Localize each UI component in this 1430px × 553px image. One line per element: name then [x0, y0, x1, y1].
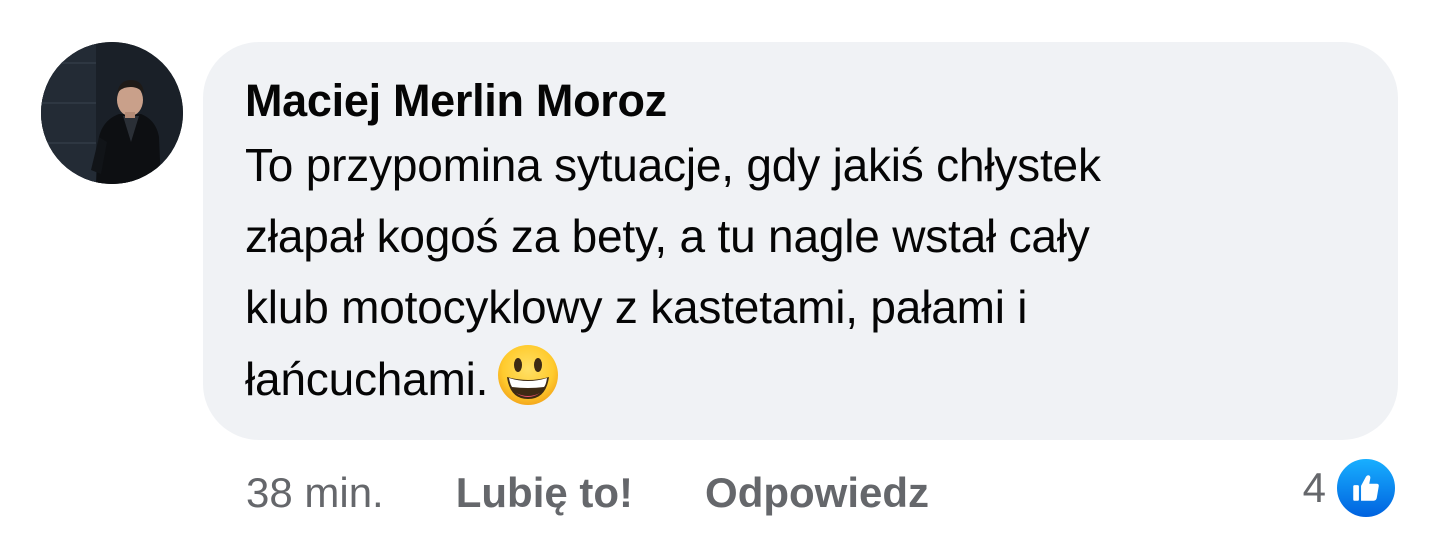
comment-timestamp[interactable]: 38 min. — [246, 469, 384, 517]
like-button[interactable]: Lubię to! — [456, 469, 633, 517]
avatar[interactable] — [41, 42, 183, 184]
comment-bubble: Maciej Merlin Moroz To przypomina sytuac… — [203, 42, 1398, 440]
grinning-face-icon — [496, 343, 560, 407]
comment-text-line: złapał kogoś za bety, a tu nagle wstał c… — [245, 210, 1090, 262]
reaction-summary[interactable]: 4 — [1302, 456, 1398, 520]
comment: Maciej Merlin Moroz To przypomina sytuac… — [0, 0, 1430, 553]
comment-text-line: łańcuchami. — [245, 353, 489, 405]
reply-button[interactable]: Odpowiedz — [705, 469, 929, 517]
like-icon — [1334, 456, 1398, 520]
comment-author[interactable]: Maciej Merlin Moroz — [245, 72, 1354, 130]
comment-text-line: klub motocyklowy z kastetami, pałami i — [245, 281, 1028, 333]
avatar-photo — [41, 42, 183, 184]
reaction-count: 4 — [1302, 464, 1326, 511]
comment-text-line: To przypomina sytuacje, gdy jakiś chłyst… — [245, 139, 1101, 191]
comment-text: To przypomina sytuacje, gdy jakiś chłyst… — [245, 130, 1345, 415]
comment-actions: 38 min. Lubię to! Odpowiedz — [246, 463, 1001, 523]
